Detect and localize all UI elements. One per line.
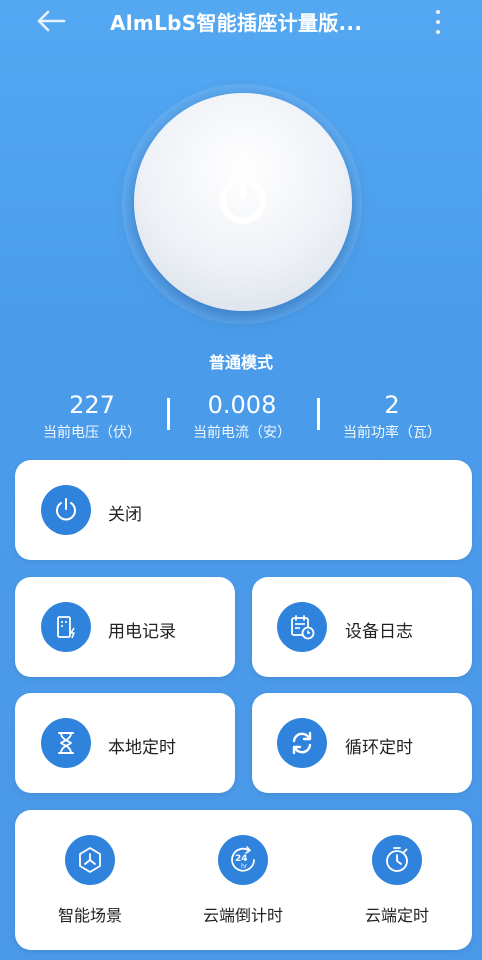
top-bar: AlmLbS智能插座计量版... xyxy=(0,0,482,44)
voltage-label: 当前电压（伏） xyxy=(43,425,141,441)
cycle-arrows-icon xyxy=(277,718,327,768)
hourglass-icon xyxy=(41,718,91,768)
arrow-left-icon[interactable] xyxy=(34,8,68,34)
device-log-label: 设备日志 xyxy=(345,622,413,642)
bottom-actions-card: 智能场景 24 hr 云端倒计时 云端定时 xyxy=(15,810,472,950)
local-timer-label: 本地定时 xyxy=(108,738,176,758)
power-icon xyxy=(220,171,266,224)
current-stat: 0.008 当前电流（安） xyxy=(162,390,322,442)
mode-label: 普通模式 xyxy=(208,353,273,372)
scene-icon xyxy=(65,835,115,885)
power-icon xyxy=(41,485,91,535)
usage-record-label: 用电记录 xyxy=(108,622,176,642)
switch-card[interactable]: 关闭 xyxy=(15,460,472,560)
stopwatch-icon xyxy=(372,835,422,885)
device-log-card[interactable]: 设备日志 xyxy=(252,577,472,677)
current-value: 0.008 xyxy=(207,391,277,419)
voltage-stat: 227 当前电压（伏） xyxy=(12,390,172,442)
cloud-countdown-button[interactable]: 24 hr 云端倒计时 xyxy=(183,822,303,942)
cloud-timer-label: 云端定时 xyxy=(364,906,429,925)
smart-scene-button[interactable]: 智能场景 xyxy=(30,822,150,942)
cycle-timer-label: 循环定时 xyxy=(345,738,413,758)
calendar-log-icon xyxy=(277,602,327,652)
more-vertical-icon[interactable] xyxy=(428,8,448,36)
local-timer-card[interactable]: 本地定时 xyxy=(15,693,235,793)
switch-label: 关闭 xyxy=(108,505,142,525)
cloud-timer-button[interactable]: 云端定时 xyxy=(337,822,457,942)
countdown-24hr-icon: 24 hr xyxy=(218,835,268,885)
voltage-value: 227 xyxy=(69,391,115,419)
usage-record-card[interactable]: 用电记录 xyxy=(15,577,235,677)
smart-scene-label: 智能场景 xyxy=(57,906,122,925)
svg-text:hr: hr xyxy=(241,863,248,870)
power-label: 当前功率（瓦） xyxy=(343,425,441,441)
cycle-timer-card[interactable]: 循环定时 xyxy=(252,693,472,793)
page-title: AlmLbS智能插座计量版... xyxy=(110,11,363,35)
power-stat: 2 当前功率（瓦） xyxy=(312,390,472,442)
usage-record-icon xyxy=(41,602,91,652)
power-value: 2 xyxy=(384,391,400,419)
cloud-countdown-label: 云端倒计时 xyxy=(202,906,283,925)
power-toggle-button[interactable] xyxy=(134,93,352,311)
current-label: 当前电流（安） xyxy=(193,425,291,441)
